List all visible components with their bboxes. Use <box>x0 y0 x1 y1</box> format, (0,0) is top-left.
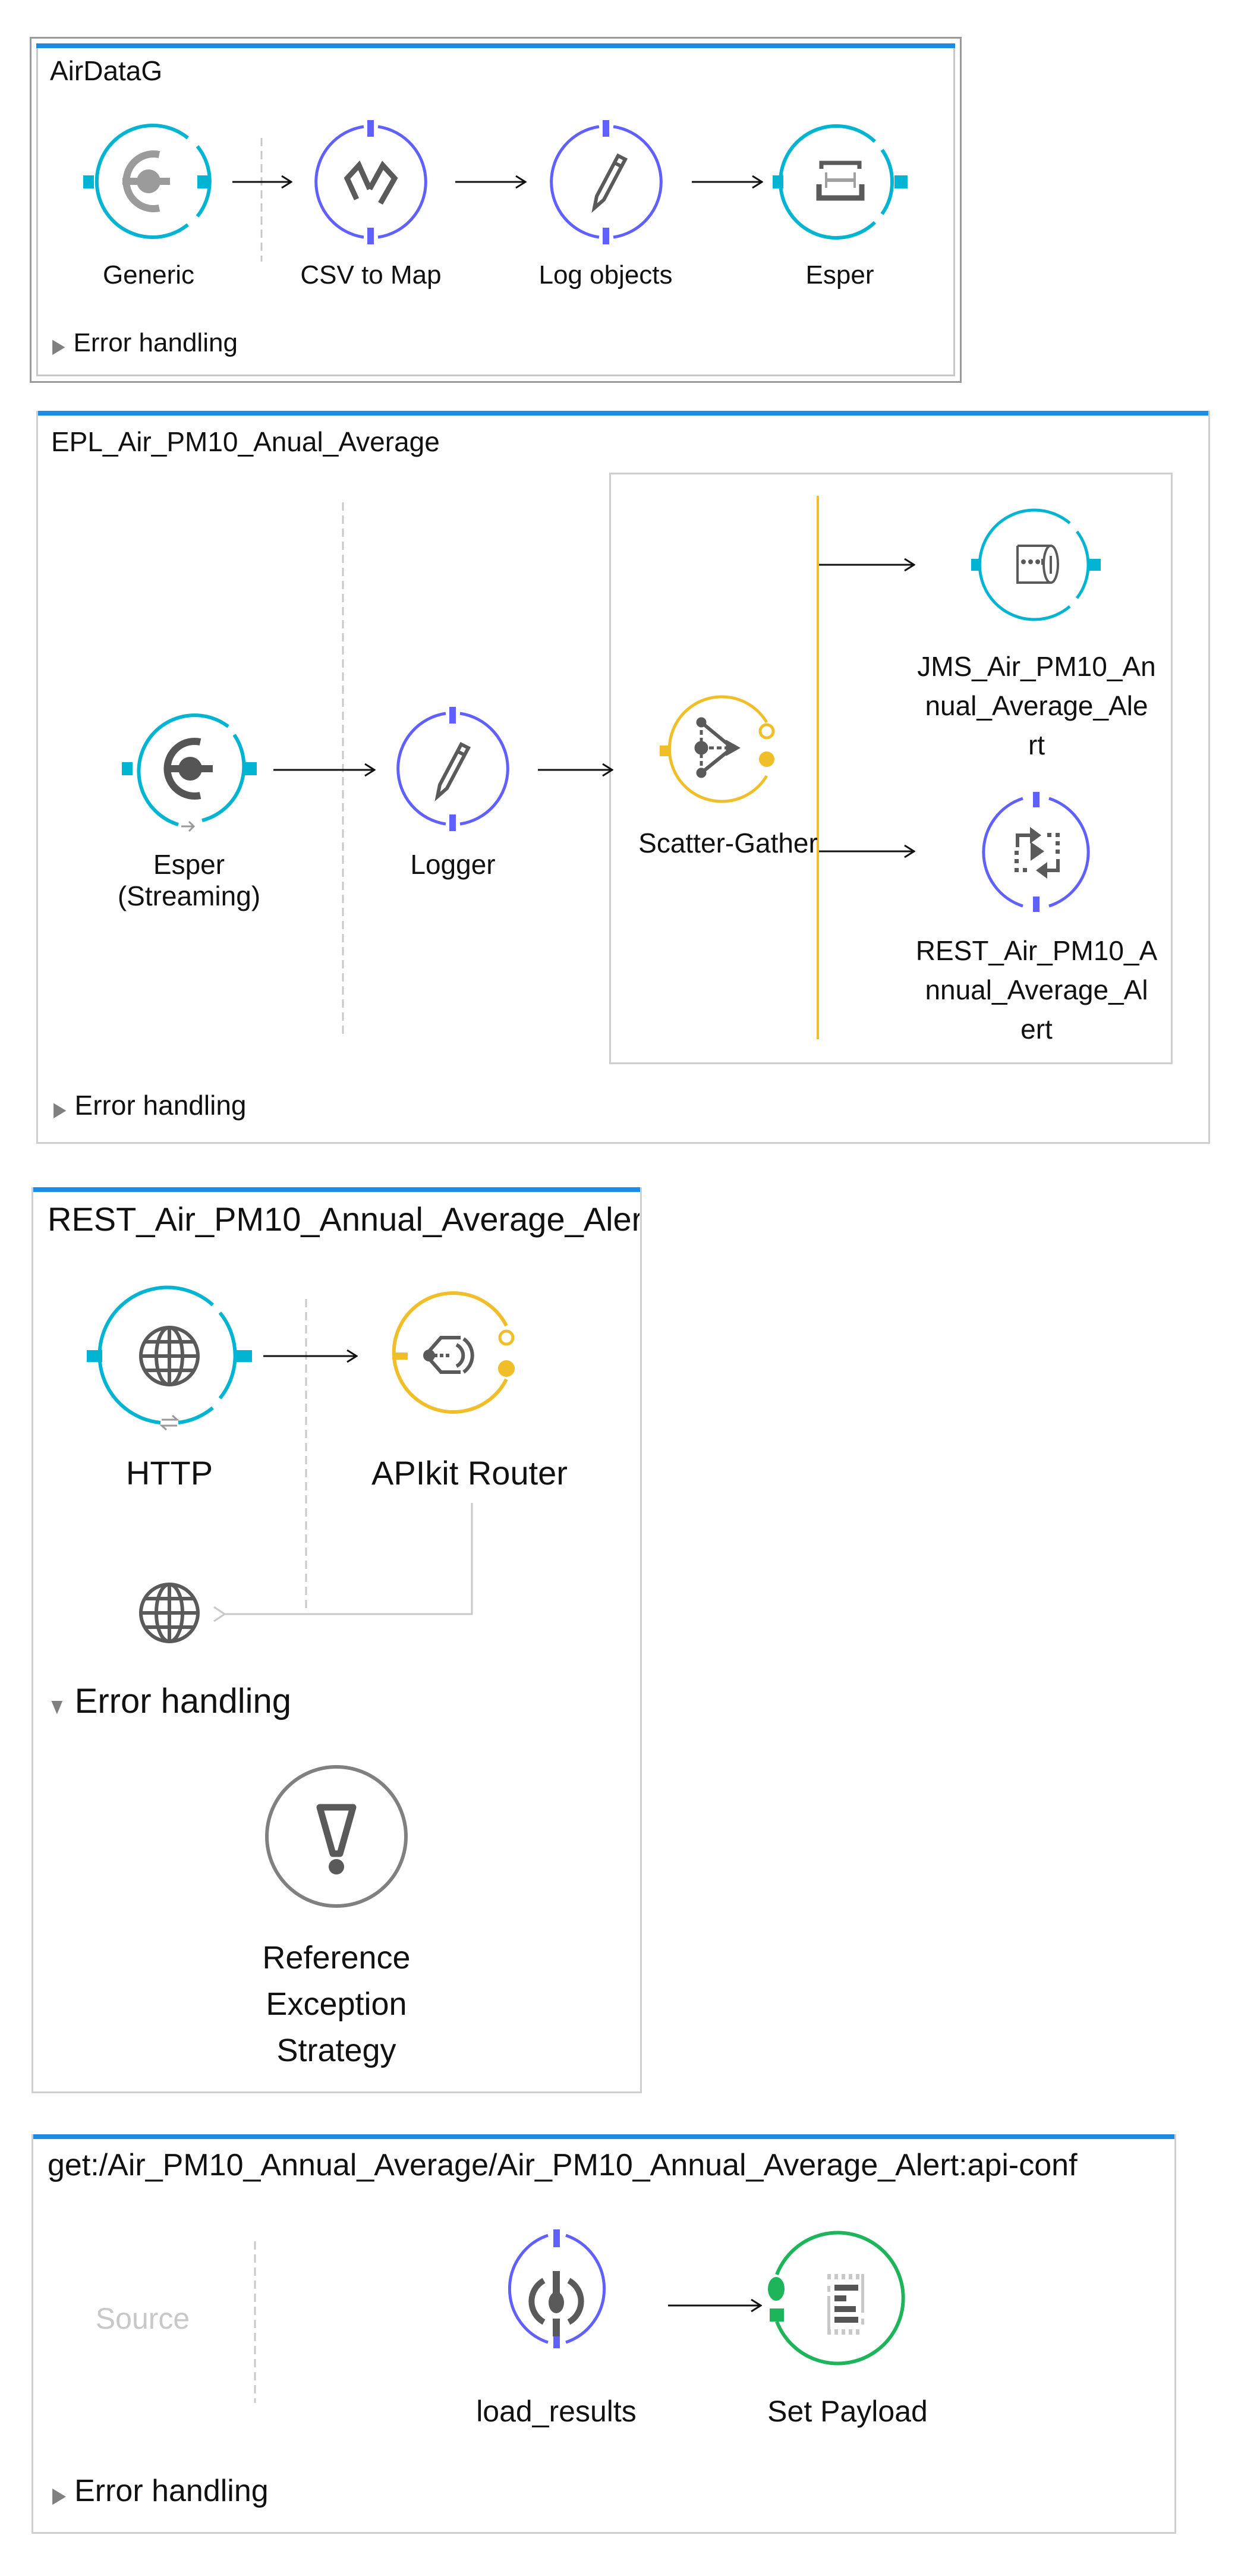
component-esper-streaming[interactable] <box>122 713 257 832</box>
component-label: HTTP <box>125 1454 213 1492</box>
component-generic[interactable] <box>83 124 212 239</box>
component-rest-alert[interactable] <box>982 792 1090 912</box>
error-handling-toggle[interactable]: ▶ Error handling <box>52 2473 269 2509</box>
error-handling-label: Error handling <box>74 1682 291 1721</box>
pencil-icon <box>591 153 628 213</box>
expand-triangle-icon: ▶ <box>53 1097 67 1121</box>
label-line: Exception <box>266 1986 407 2022</box>
component-logger[interactable] <box>396 707 509 831</box>
esper-icon <box>816 161 865 201</box>
streaming-arrow-icon <box>181 820 196 832</box>
component-reference-exception-strategy[interactable] <box>265 1765 408 1908</box>
label-line: Reference <box>262 1940 411 1976</box>
route-label: REST_Air_PM10_A nnual_Average_Al ert <box>916 931 1158 1049</box>
expand-triangle-icon: ▶ <box>52 2483 67 2508</box>
generic-connector-icon <box>122 150 170 212</box>
component-http[interactable] <box>87 1285 252 1431</box>
flow-reference-icon <box>1015 827 1060 879</box>
source-placeholder[interactable]: Source <box>96 2302 190 2336</box>
route-label-line: JMS_Air_PM10_An <box>917 651 1156 682</box>
csv-to-map-icon <box>344 160 398 205</box>
route-label-line: rt <box>1028 729 1045 760</box>
pencil-icon <box>434 742 471 802</box>
component-label: Logger <box>410 849 496 880</box>
component-label: Log objects <box>538 260 673 290</box>
component-log-objects[interactable] <box>550 120 663 244</box>
component-set-payload[interactable] <box>768 2231 905 2366</box>
route-label-line: REST_Air_PM10_A <box>915 935 1158 966</box>
request-response-icon <box>159 1414 179 1431</box>
component-label: Generic <box>102 260 195 290</box>
component-scatter-gather[interactable] <box>660 695 775 803</box>
component-label: Esper <box>805 260 874 290</box>
exception-strategy-label: Reference Exception Strategy <box>262 1935 410 2074</box>
route-label-line: ert <box>1020 1014 1053 1045</box>
component-label: Set Payload <box>767 2395 928 2428</box>
component-label: load_results <box>476 2395 637 2428</box>
set-payload-icon <box>827 2274 864 2335</box>
jms-queue-icon <box>1016 545 1059 584</box>
error-handling-label: Error handling <box>74 2474 269 2508</box>
component-label: Scatter-Gather <box>638 828 818 858</box>
database-icon <box>528 2271 584 2336</box>
component-esper[interactable] <box>773 124 908 240</box>
component-label: APIkit Router <box>371 1454 568 1492</box>
component-jms-alert[interactable] <box>971 508 1101 621</box>
route-label-line: nnual_Average_Al <box>925 974 1148 1005</box>
collapse-triangle-icon: ▼ <box>48 1693 67 1719</box>
component-apikit-router[interactable] <box>392 1291 515 1414</box>
error-handling-toggle[interactable]: ▶ Error handling <box>52 328 238 358</box>
component-label: Esper (Streaming) <box>118 849 260 912</box>
component-label: CSV to Map <box>300 260 442 290</box>
route-label-line: nual_Average_Ale <box>925 690 1148 721</box>
http-response-globe-icon <box>139 1583 200 1643</box>
response-return-line <box>225 1503 473 1614</box>
error-handling-toggle[interactable]: ▶ Error handling <box>53 1089 246 1121</box>
component-load-results[interactable] <box>508 2229 606 2348</box>
route-label: JMS_Air_PM10_An nual_Average_Ale rt <box>917 647 1155 765</box>
globe-icon <box>139 1326 200 1386</box>
component-label-line: (Streaming) <box>117 880 261 911</box>
error-handling-label: Error handling <box>73 328 238 357</box>
expand-triangle-icon: ▶ <box>52 334 65 357</box>
generic-connector-icon <box>163 738 213 800</box>
component-csv-to-map[interactable] <box>314 120 427 244</box>
error-handling-label: Error handling <box>74 1090 247 1121</box>
label-line: Strategy <box>276 2033 396 2068</box>
component-label-line: Esper <box>153 849 225 880</box>
apikit-router-icon <box>423 1336 474 1374</box>
scatter-gather-icon <box>694 717 741 778</box>
error-handling-toggle[interactable]: ▼ Error handling <box>48 1681 291 1721</box>
